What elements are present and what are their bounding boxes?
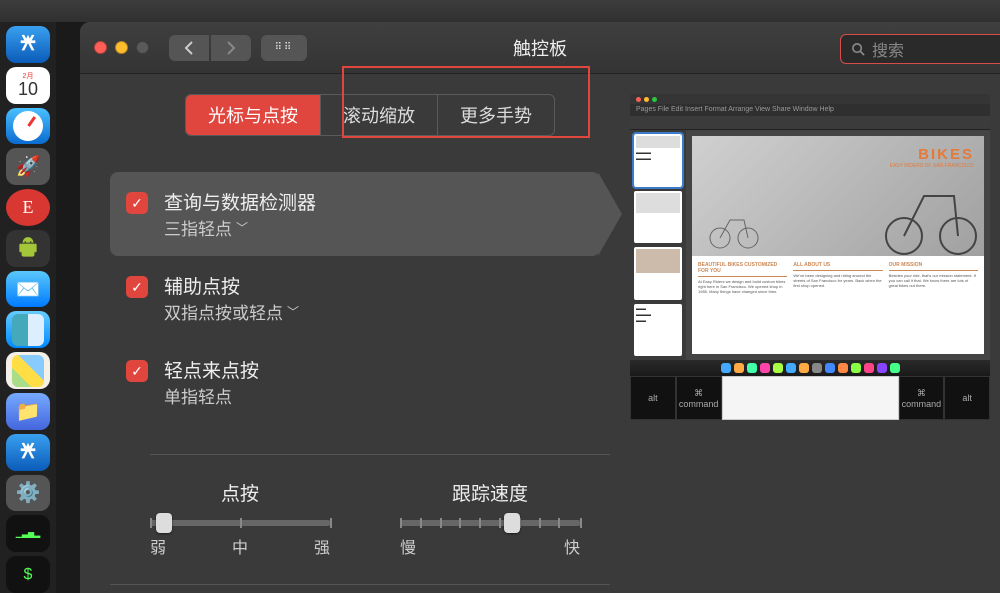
option-secondary-title: 辅助点按 [164, 272, 299, 299]
system-menubar [0, 0, 1000, 22]
option-lookup[interactable]: ✓ 查询与数据检测器 三指轻点 ﹀ [110, 172, 600, 256]
preview-thumb-2 [634, 191, 682, 244]
dock-app-finder[interactable] [6, 311, 50, 348]
search-icon [851, 42, 866, 57]
option-tap-to-click[interactable]: ✓ 轻点来点按 单指轻点 [110, 340, 600, 424]
key-command-right: ⌘command [899, 376, 945, 420]
key-alt-left: alt [630, 376, 676, 420]
chevron-down-icon: ﹀ [287, 303, 299, 320]
option-silent-click[interactable]: ✓ 静默点按 [110, 584, 610, 593]
option-lookup-dropdown[interactable]: 三指轻点 ﹀ [164, 215, 316, 240]
option-lookup-title: 查询与数据检测器 [164, 188, 316, 215]
checkbox-secondary[interactable]: ✓ [126, 276, 148, 298]
preview-document: BIKES EASY RIDERS OF SAN FRANCISCO BEAUT… [692, 136, 984, 354]
slider-track-label-max: 快 [564, 534, 580, 558]
dock-app-appstore2[interactable] [6, 434, 50, 471]
dock-app-activity[interactable]: ▁▃▅▂ [6, 515, 50, 552]
slider-click-thumb[interactable] [156, 513, 172, 533]
slider-click-label-max: 强 [314, 534, 330, 558]
window-title: 触控板 [513, 35, 567, 61]
show-all-button[interactable]: ⠿⠿ [261, 35, 307, 61]
dock-app-maps[interactable] [6, 352, 50, 389]
option-tap-sub: 单指轻点 [164, 383, 259, 408]
option-secondary-dropdown[interactable]: 双指点按或轻点 ﹀ [164, 299, 299, 324]
slider-click-track[interactable] [150, 520, 330, 526]
slider-tracking-speed: 跟踪速度 慢 快 [400, 479, 580, 558]
preview-doc-title: BIKES [702, 146, 974, 163]
option-secondary-click[interactable]: ✓ 辅助点按 双指点按或轻点 ﹀ [110, 256, 600, 340]
tab-scroll-zoom[interactable]: 滚动缩放 [321, 95, 438, 135]
dock-app-safari[interactable] [6, 108, 50, 145]
checkbox-tap[interactable]: ✓ [126, 360, 148, 382]
preview-thumb-1: ▬▬▬▬▬▬ [634, 134, 682, 187]
key-spacebar [722, 376, 899, 420]
checkbox-lookup[interactable]: ✓ [126, 192, 148, 214]
slider-click-label-min: 弱 [150, 534, 166, 558]
dock-app-folder[interactable]: 📁 [6, 393, 50, 430]
forward-button[interactable] [211, 35, 251, 61]
window-traffic-lights [94, 41, 149, 54]
slider-click-title: 点按 [150, 479, 330, 506]
dock-app-settings[interactable]: ⚙️ [6, 475, 50, 512]
slider-click-label-mid: 中 [232, 534, 248, 558]
dock-app-android[interactable] [6, 230, 50, 267]
tab-bar: 光标与点按 滚动缩放 更多手势 [110, 94, 630, 136]
preview-keyboard: alt ⌘command ⌘command alt [630, 376, 990, 420]
preview-thumb-3 [634, 247, 682, 300]
slider-track-thumb[interactable] [504, 513, 520, 533]
back-button[interactable] [169, 35, 209, 61]
system-dock: 2月10 🚀 E ✉️ 📁 ⚙️ ▁▃▅▂ $ [0, 22, 56, 593]
dock-app-terminal[interactable]: $ [6, 556, 50, 593]
slider-track-title: 跟踪速度 [400, 479, 580, 506]
key-command-left: ⌘command [676, 376, 722, 420]
slider-track-label-min: 慢 [400, 534, 416, 558]
dock-app-mail[interactable]: ✉️ [6, 271, 50, 308]
chevron-down-icon: ﹀ [236, 219, 248, 236]
preview-thumb-4: ▬▬▬▬▬▬▬ [634, 304, 682, 357]
dock-app-calendar[interactable]: 2月10 [6, 67, 50, 104]
slider-track-track[interactable] [400, 520, 580, 526]
search-field[interactable]: 搜索 [840, 34, 1000, 64]
dock-app-reminders[interactable]: E [6, 189, 50, 226]
slider-click-strength: 点按 弱 中 强 [150, 479, 330, 558]
window-toolbar: ⠿⠿ 触控板 搜索 [80, 22, 1000, 74]
preferences-window: ⠿⠿ 触控板 搜索 光标与点按 滚动缩放 更多手势 ✓ 查询与数据检测器 [80, 22, 1000, 593]
dock-app-launchpad[interactable]: 🚀 [6, 148, 50, 185]
key-alt-right: alt [944, 376, 990, 420]
minimize-button[interactable] [115, 41, 128, 54]
tab-more-gestures[interactable]: 更多手势 [438, 95, 554, 135]
dock-app-appstore[interactable] [6, 26, 50, 63]
gesture-preview-video: Pages File Edit Insert Format Arrange Vi… [630, 94, 990, 420]
tab-point-click[interactable]: 光标与点按 [186, 95, 321, 135]
zoom-button[interactable] [136, 41, 149, 54]
option-tap-title: 轻点来点按 [164, 356, 259, 383]
search-placeholder: 搜索 [872, 37, 904, 61]
close-button[interactable] [94, 41, 107, 54]
